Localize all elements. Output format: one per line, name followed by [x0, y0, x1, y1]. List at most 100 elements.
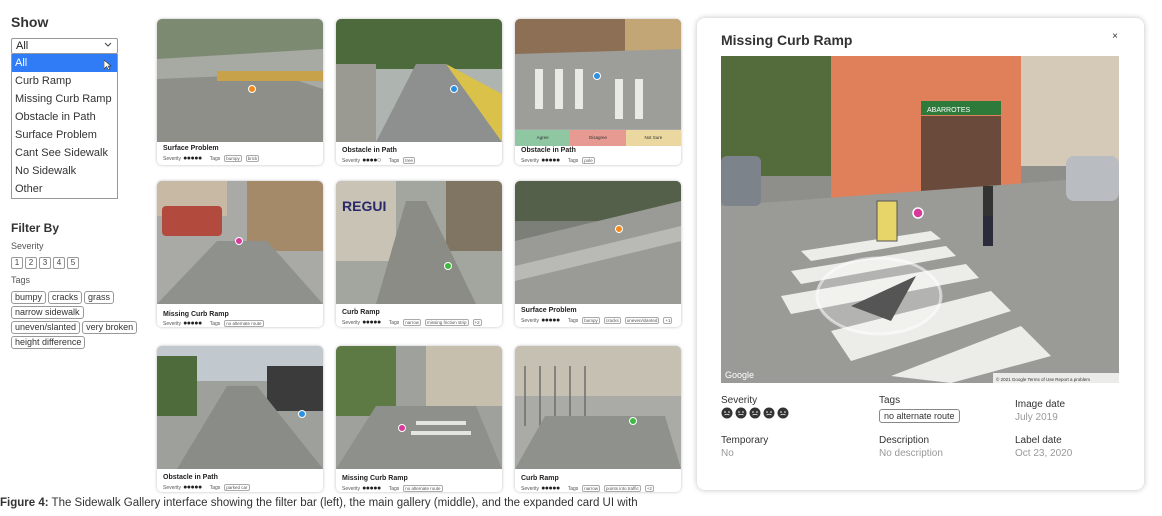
tag-button-very-broken[interactable]: very broken: [82, 321, 138, 334]
vote-not-sure-button[interactable]: Not Sure: [625, 130, 681, 146]
card-meta: Severity ●●●●● Tags parked car: [163, 484, 250, 491]
card-title: Surface Problem: [163, 145, 219, 152]
description-label: Description: [879, 435, 930, 446]
card-tag: narrow: [582, 485, 601, 492]
filter-sidebar: Show All All Curb Ramp Missing Curb Ramp…: [11, 14, 151, 349]
streetview-image: [336, 19, 502, 142]
card-title: Curb Ramp: [342, 309, 380, 316]
severity-face-icon: [763, 407, 775, 419]
card-meta: Severity ●●●●● Tags no alternate route: [342, 485, 443, 492]
image-date-label: Image date: [1015, 399, 1066, 410]
streetview-image: [515, 181, 681, 304]
gallery-card[interactable]: Agree Disagree Not Sure Obstacle in Path…: [515, 19, 681, 165]
card-tag: points into traffic: [604, 485, 641, 492]
card-title: Obstacle in Path: [163, 474, 218, 481]
label-date-label: Label date: [1015, 435, 1062, 446]
temporary-label: Temporary: [721, 435, 769, 446]
gallery-card[interactable]: Missing Curb Ramp Severity ●●●●● Tags no …: [157, 181, 323, 327]
severity-face-icon: [721, 407, 733, 419]
filter-by-heading: Filter By: [11, 221, 60, 235]
card-meta: Severity ●●●●● Tags bumpy brick: [163, 155, 260, 162]
google-logo: Google: [725, 370, 754, 380]
card-tag: pole: [582, 157, 595, 164]
gallery-card[interactable]: Surface Problem Severity ●●●●● Tags bumpy…: [157, 19, 323, 165]
card-title: Curb Ramp: [521, 475, 559, 482]
show-select[interactable]: All: [11, 38, 118, 54]
close-icon[interactable]: ×: [1112, 31, 1118, 42]
streetview-image: REGUI: [336, 181, 502, 304]
card-title: Obstacle in Path: [342, 147, 397, 154]
severity-button-5[interactable]: 5: [67, 257, 79, 269]
tag-button-grass[interactable]: grass: [84, 291, 115, 304]
severity-button-4[interactable]: 4: [53, 257, 65, 269]
show-heading: Show: [11, 14, 49, 30]
gallery-card[interactable]: Obstacle in Path Severity ●●●●● Tags park…: [157, 346, 323, 492]
streetview-panorama[interactable]: ABARROTES Google © 2021 Google Terms of …: [721, 56, 1119, 383]
show-dropdown-list: All Curb Ramp Missing Curb Ramp Obstacle…: [11, 54, 118, 199]
tag-filter-buttons: bumpy cracks grass narrow sidewalk uneve…: [11, 291, 151, 349]
gallery-card[interactable]: Surface Problem Severity ●●●●● Tags bumpy…: [515, 181, 681, 327]
streetview-image: [336, 346, 502, 469]
dropdown-option-all[interactable]: All: [12, 54, 117, 72]
dropdown-option-no-sidewalk[interactable]: No Sidewalk: [12, 162, 117, 180]
card-tag: +1: [663, 317, 673, 324]
dropdown-option-cant-see-sidewalk[interactable]: Cant See Sidewalk: [12, 144, 117, 162]
dropdown-option-curb-ramp[interactable]: Curb Ramp: [12, 72, 117, 90]
dropdown-option-surface-problem[interactable]: Surface Problem: [12, 126, 117, 144]
card-tag: narrow: [403, 319, 422, 326]
streetview-image: [157, 346, 323, 469]
severity-button-2[interactable]: 2: [25, 257, 37, 269]
card-tag: +2: [472, 319, 482, 326]
card-title: Missing Curb Ramp: [342, 475, 408, 482]
severity-filter-label: Severity: [11, 241, 44, 251]
gallery-card[interactable]: Curb Ramp Severity ●●●●● Tags narrow point…: [515, 346, 681, 492]
tag-button-height-difference[interactable]: height difference: [11, 336, 86, 349]
label-date-value: Oct 23, 2020: [1015, 448, 1073, 459]
card-meta: Severity ●●●●● Tags narrow missing frictio…: [342, 319, 482, 326]
gallery-card[interactable]: Obstacle in Path Severity ●●●●○ Tags tree: [336, 19, 502, 165]
dropdown-option-other[interactable]: Other: [12, 180, 117, 198]
tag-button-bumpy[interactable]: bumpy: [11, 291, 47, 304]
streetview-image: [157, 19, 323, 142]
copyright-bar: © 2021 Google Terms of Use Report a prob…: [996, 376, 1090, 382]
description-value: No description: [879, 448, 943, 459]
vote-agree-button[interactable]: Agree: [515, 130, 571, 146]
show-select-value: All: [16, 40, 29, 52]
svg-text:REGUI: REGUI: [342, 198, 386, 214]
severity-button-1[interactable]: 1: [11, 257, 23, 269]
tag-no-alternate-route: no alternate route: [879, 409, 960, 423]
card-tag: tree: [403, 157, 416, 164]
severity-label: Severity: [721, 395, 758, 406]
severity-face-icon: [777, 407, 789, 419]
card-meta: Severity ●●●●● Tags no alternate route: [163, 320, 264, 327]
dropdown-option-obstacle-in-path[interactable]: Obstacle in Path: [12, 108, 117, 126]
gallery-card[interactable]: REGUI Curb Ramp Severity ●●●●● Tags narro…: [336, 181, 502, 327]
card-title: Surface Problem: [521, 307, 577, 314]
expanded-card-title: Missing Curb Ramp: [721, 32, 853, 48]
tag-button-narrow-sidewalk[interactable]: narrow sidewalk: [11, 306, 84, 319]
mouse-cursor-icon: [104, 60, 112, 70]
card-meta: Severity ●●●●○ Tags tree: [342, 157, 416, 164]
tag-button-uneven-slanted[interactable]: uneven/slanted: [11, 321, 81, 334]
shop-sign: ABARROTES: [927, 107, 971, 114]
card-meta: Severity ●●●●● Tags narrow points into tra…: [521, 485, 654, 492]
severity-face-icon: [735, 407, 747, 419]
vote-bar: Agree Disagree Not Sure: [515, 130, 681, 146]
card-tag: brick: [245, 155, 260, 162]
card-tag: cracks: [603, 317, 621, 324]
card-meta: Severity ●●●●● Tags bumpy cracks uneven/sla…: [521, 317, 673, 324]
severity-button-3[interactable]: 3: [39, 257, 51, 269]
gallery-card[interactable]: Missing Curb Ramp Severity ●●●●● Tags no …: [336, 346, 502, 492]
severity-filter-buttons: 1 2 3 4 5: [11, 257, 151, 269]
card-tag: bumpy: [224, 155, 242, 162]
figure-caption: Figure 4: The Sidewalk Gallery interface…: [0, 497, 638, 509]
tag-button-cracks[interactable]: cracks: [48, 291, 83, 304]
card-tag: parked car: [224, 484, 250, 491]
card-tag: +2: [644, 485, 654, 492]
severity-face-icon: [749, 407, 761, 419]
card-tag: no alternate route: [403, 485, 443, 492]
dropdown-option-missing-curb-ramp[interactable]: Missing Curb Ramp: [12, 90, 117, 108]
vote-disagree-button[interactable]: Disagree: [570, 130, 626, 146]
card-meta: Severity ●●●●● Tags pole: [521, 157, 595, 164]
temporary-value: No: [721, 448, 734, 459]
